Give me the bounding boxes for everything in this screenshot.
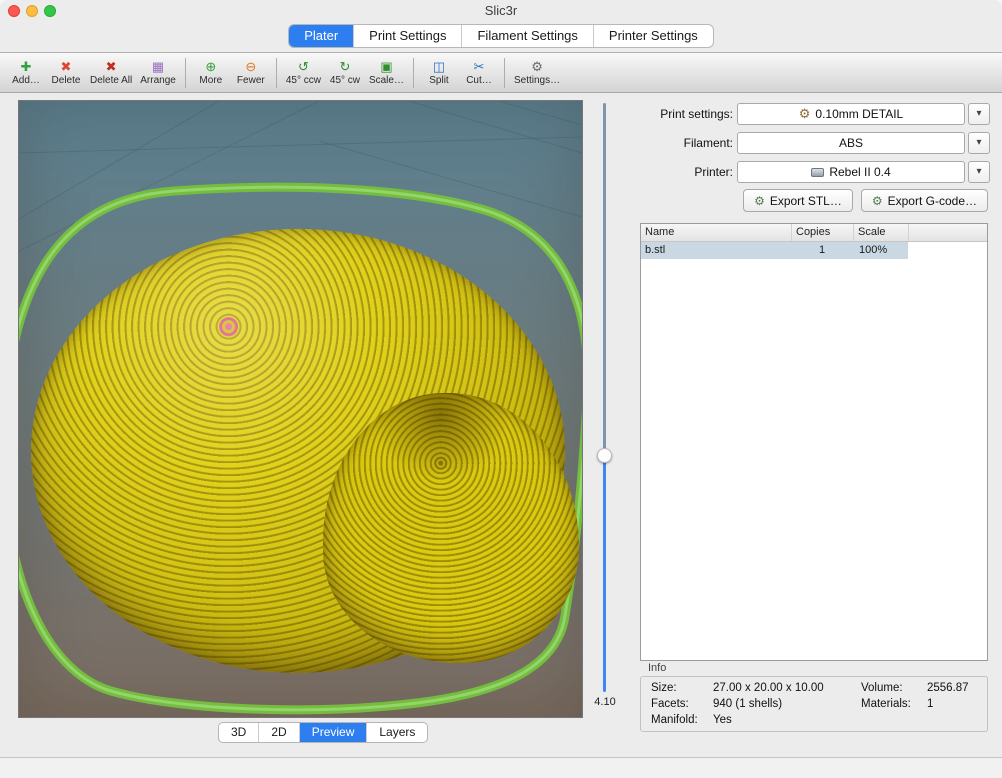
main-tabs: Plater Print Settings Filament Settings … bbox=[0, 24, 1002, 48]
filament-dropdown-button[interactable]: ▾ bbox=[968, 132, 990, 154]
cell-name: b.stl bbox=[641, 242, 791, 259]
header-scale[interactable]: Scale bbox=[853, 224, 908, 241]
rotate-ccw-button[interactable]: ↺ 45° ccw bbox=[282, 54, 325, 91]
volume-value: 2556.87 bbox=[927, 682, 987, 694]
cut-icon: ✂ bbox=[474, 59, 485, 74]
view-mode-switcher: 3D 2D Preview Layers bbox=[218, 722, 428, 743]
chevron-down-icon: ▾ bbox=[976, 137, 981, 148]
objects-table-header: Name Copies Scale bbox=[641, 224, 987, 242]
header-name[interactable]: Name bbox=[641, 224, 791, 241]
tab-filament-settings[interactable]: Filament Settings bbox=[462, 25, 593, 47]
print-settings-dropdown-button[interactable]: ▾ bbox=[968, 103, 990, 125]
scale-icon: ▣ bbox=[380, 59, 392, 74]
chevron-down-icon: ▾ bbox=[976, 108, 981, 119]
materials-label: Materials: bbox=[861, 698, 927, 710]
printer-dropdown-button[interactable]: ▾ bbox=[968, 161, 990, 183]
layer-slider[interactable] bbox=[597, 103, 612, 692]
export-stl-icon: ⚙ bbox=[754, 195, 765, 207]
export-stl-button[interactable]: ⚙ Export STL… bbox=[743, 189, 853, 212]
fewer-copies-button[interactable]: ⊖ Fewer bbox=[231, 54, 271, 91]
printer-select[interactable]: Rebel II 0.4 bbox=[737, 161, 965, 183]
filament-select[interactable]: ABS bbox=[737, 132, 965, 154]
objects-table: Name Copies Scale b.stl 1 100% bbox=[640, 223, 988, 661]
add-button[interactable]: ✚ Add… bbox=[6, 54, 46, 91]
window-title: Slic3r bbox=[0, 0, 1002, 22]
filament-row: Filament: ABS ▾ bbox=[640, 132, 990, 154]
status-bar bbox=[0, 757, 1002, 778]
arrange-button[interactable]: ▦ Arrange bbox=[136, 54, 180, 91]
toolbar-separator bbox=[185, 58, 186, 88]
toolbar-separator bbox=[504, 58, 505, 88]
size-label: Size: bbox=[651, 682, 713, 694]
export-buttons-row: ⚙ Export STL… ⚙ Export G-code… bbox=[640, 189, 988, 212]
volume-label: Volume: bbox=[861, 682, 927, 694]
settings-gear-icon: ⚙ bbox=[531, 59, 543, 74]
view-3d-button[interactable]: 3D bbox=[219, 723, 259, 742]
title-bar: Slic3r bbox=[0, 0, 1002, 22]
fewer-icon: ⊖ bbox=[245, 59, 256, 74]
plater-toolbar: ✚ Add… ✖ Delete ✖ Delete All ▦ Arrange ⊕… bbox=[0, 52, 1002, 93]
header-copies[interactable]: Copies bbox=[791, 224, 853, 241]
cell-copies: 1 bbox=[791, 242, 853, 259]
rotate-ccw-icon: ↺ bbox=[298, 59, 309, 74]
scale-button[interactable]: ▣ Scale… bbox=[365, 54, 408, 91]
tab-print-settings[interactable]: Print Settings bbox=[354, 25, 462, 47]
export-gcode-icon: ⚙ bbox=[872, 195, 883, 207]
slider-value: 4.10 bbox=[586, 696, 624, 708]
table-row[interactable]: b.stl 1 100% bbox=[641, 242, 987, 259]
minimize-window-button[interactable] bbox=[26, 5, 38, 17]
info-box: Size: 27.00 x 20.00 x 10.00 Volume: 2556… bbox=[640, 676, 988, 732]
split-icon: ◫ bbox=[433, 59, 445, 74]
split-button[interactable]: ◫ Split bbox=[419, 54, 459, 91]
print-settings-row: Print settings: ⚙ 0.10mm DETAIL ▾ bbox=[640, 103, 990, 125]
manifold-label: Manifold: bbox=[651, 714, 713, 726]
more-icon: ⊕ bbox=[205, 59, 216, 74]
close-window-button[interactable] bbox=[8, 5, 20, 17]
size-value: 27.00 x 20.00 x 10.00 bbox=[713, 682, 861, 694]
delete-all-button[interactable]: ✖ Delete All bbox=[86, 54, 136, 91]
print-settings-label: Print settings: bbox=[640, 103, 733, 125]
toolbar-separator bbox=[276, 58, 277, 88]
add-icon: ✚ bbox=[21, 59, 32, 74]
info-group-title: Info bbox=[648, 662, 666, 674]
slic3r-window: Slic3r Plater Print Settings Filament Se… bbox=[0, 0, 1002, 778]
printer-row: Printer: Rebel II 0.4 ▾ bbox=[640, 161, 990, 183]
cut-button[interactable]: ✂ Cut… bbox=[459, 54, 499, 91]
chevron-down-icon: ▾ bbox=[976, 166, 981, 177]
viewport-3d-scene[interactable] bbox=[18, 100, 583, 718]
toolbar-separator bbox=[413, 58, 414, 88]
delete-icon: ✖ bbox=[61, 59, 72, 74]
view-layers-button[interactable]: Layers bbox=[367, 723, 427, 742]
export-gcode-button[interactable]: ⚙ Export G-code… bbox=[861, 189, 988, 212]
facets-value: 940 (1 shells) bbox=[713, 698, 861, 710]
view-2d-button[interactable]: 2D bbox=[259, 723, 299, 742]
delete-button[interactable]: ✖ Delete bbox=[46, 54, 86, 91]
printer-value: Rebel II 0.4 bbox=[829, 165, 890, 179]
header-spacer bbox=[908, 224, 987, 241]
rotate-cw-icon: ↻ bbox=[340, 59, 351, 74]
more-copies-button[interactable]: ⊕ More bbox=[191, 54, 231, 91]
filament-label: Filament: bbox=[640, 132, 733, 154]
printer-icon bbox=[811, 168, 824, 177]
zoom-window-button[interactable] bbox=[44, 5, 56, 17]
materials-value: 1 bbox=[927, 698, 987, 710]
slider-thumb[interactable] bbox=[597, 448, 612, 463]
manifold-value: Yes bbox=[713, 714, 861, 726]
cell-scale: 100% bbox=[853, 242, 908, 259]
facets-label: Facets: bbox=[651, 698, 713, 710]
slider-track-lower[interactable] bbox=[603, 455, 606, 692]
tab-plater[interactable]: Plater bbox=[289, 25, 354, 47]
preset-gear-icon: ⚙ bbox=[799, 108, 811, 120]
print-settings-select[interactable]: ⚙ 0.10mm DETAIL bbox=[737, 103, 965, 125]
tab-printer-settings[interactable]: Printer Settings bbox=[594, 25, 713, 47]
printer-label: Printer: bbox=[640, 161, 733, 183]
arrange-icon: ▦ bbox=[152, 59, 164, 74]
slider-track-upper[interactable] bbox=[603, 103, 606, 455]
print-settings-value: 0.10mm DETAIL bbox=[815, 107, 903, 121]
delete-all-icon: ✖ bbox=[106, 59, 117, 74]
view-preview-button[interactable]: Preview bbox=[300, 723, 368, 742]
rotate-cw-button[interactable]: ↻ 45° cw bbox=[325, 54, 365, 91]
filament-value: ABS bbox=[839, 136, 863, 150]
object-settings-button[interactable]: ⚙ Settings… bbox=[510, 54, 564, 91]
